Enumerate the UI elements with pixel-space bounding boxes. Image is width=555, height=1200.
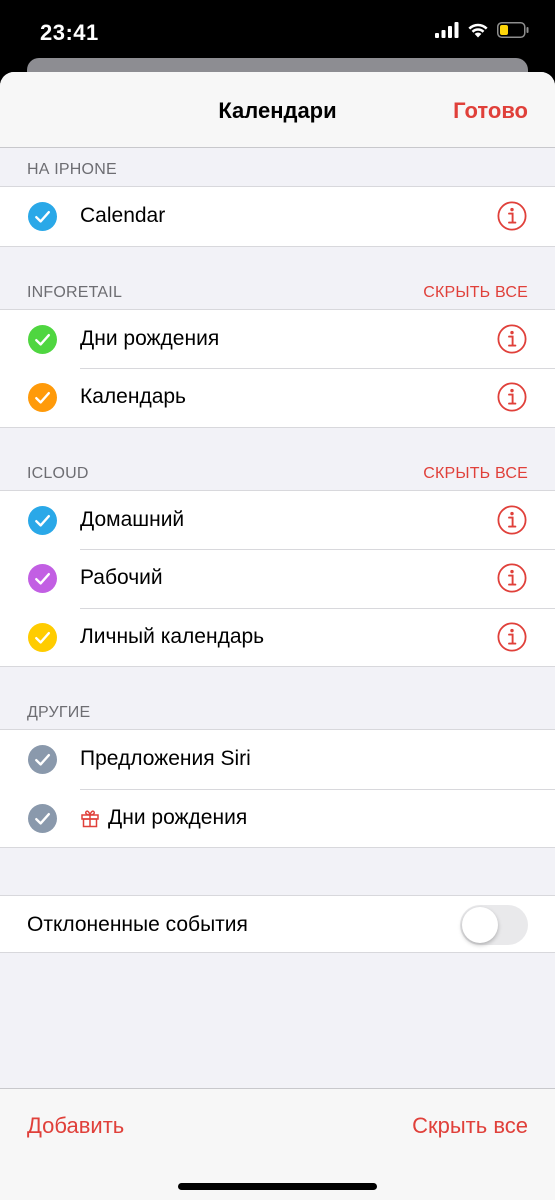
calendar-label: Рабочий bbox=[80, 566, 163, 589]
wifi-icon bbox=[468, 23, 488, 38]
checkmark-icon[interactable] bbox=[28, 324, 57, 354]
hide-all-icloud-button[interactable]: СКРЫТЬ ВСЕ bbox=[423, 465, 528, 483]
calendar-label: Домашний bbox=[80, 507, 185, 531]
calendar-label: Дни рождения bbox=[108, 805, 248, 829]
checkmark-icon[interactable] bbox=[28, 622, 57, 652]
calendar-label: Личный календарь bbox=[80, 624, 265, 648]
toggle-knob bbox=[462, 907, 498, 943]
declined-events-row: Отклоненные события bbox=[0, 895, 555, 953]
section-header-iphone: НА IPHONE bbox=[0, 148, 555, 186]
declined-events-label: Отклоненные события bbox=[27, 913, 248, 936]
checkmark-icon[interactable] bbox=[28, 202, 57, 231]
calendar-group-other: Предложения Siri Дни рождения bbox=[0, 729, 555, 848]
calendar-label: Предложения Siri bbox=[80, 747, 251, 770]
battery-icon bbox=[497, 22, 529, 38]
section-title: НА IPHONE bbox=[27, 161, 117, 178]
checkmark-icon[interactable] bbox=[28, 803, 57, 833]
calendar-group-icloud: Домашний Рабочий Личный календарь bbox=[0, 489, 555, 667]
section-title: ICLOUD bbox=[27, 464, 89, 482]
add-calendar-button[interactable]: Добавить bbox=[27, 1113, 124, 1139]
calendars-sheet: Календари Готово НА IPHONE Calendar INFO… bbox=[0, 72, 555, 1200]
calendar-row-contact-birthdays[interactable]: Дни рождения bbox=[0, 788, 555, 848]
section-title: INFORETAIL bbox=[27, 283, 123, 301]
calendar-group-inforetail: Дни рождения Календарь bbox=[0, 308, 555, 428]
checkmark-icon[interactable] bbox=[28, 564, 57, 593]
calendar-group-iphone: Calendar bbox=[0, 186, 555, 247]
calendar-row-birthdays[interactable]: Дни рождения bbox=[0, 310, 555, 369]
section-header-other: ДРУГИЕ bbox=[0, 667, 555, 729]
section-title: ДРУГИЕ bbox=[27, 704, 91, 721]
hide-all-button[interactable]: Скрыть все bbox=[412, 1113, 528, 1139]
info-icon[interactable] bbox=[497, 504, 527, 540]
status-time: 23:41 bbox=[40, 20, 99, 45]
status-icons bbox=[435, 22, 529, 38]
calendar-row-siri-suggestions[interactable]: Предложения Siri bbox=[0, 730, 555, 789]
gift-icon bbox=[80, 808, 100, 833]
info-icon[interactable] bbox=[497, 323, 527, 359]
status-bar: 23:41 bbox=[0, 0, 555, 62]
nav-bar: Календари Готово bbox=[0, 72, 555, 148]
declined-events-toggle[interactable] bbox=[460, 905, 528, 945]
section-header-icloud: ICLOUD СКРЫТЬ ВСЕ bbox=[0, 428, 555, 490]
calendar-row-work[interactable]: Рабочий bbox=[0, 549, 555, 608]
checkmark-icon[interactable] bbox=[28, 505, 57, 535]
info-icon[interactable] bbox=[497, 382, 527, 417]
calendar-label: Calendar bbox=[80, 204, 166, 227]
bottom-toolbar: Добавить Скрыть все bbox=[0, 1088, 555, 1200]
calendar-row-calendar[interactable]: Calendar bbox=[0, 187, 555, 246]
checkmark-icon[interactable] bbox=[28, 383, 57, 412]
calendar-row-home[interactable]: Домашний bbox=[0, 491, 555, 550]
section-header-inforetail: INFORETAIL СКРЫТЬ ВСЕ bbox=[0, 247, 555, 309]
info-icon[interactable] bbox=[497, 201, 527, 236]
calendar-label: Дни рождения bbox=[80, 326, 220, 350]
signal-icon bbox=[435, 22, 459, 38]
hide-all-inforetail-button[interactable]: СКРЫТЬ ВСЕ bbox=[423, 284, 528, 302]
calendar-label: Календарь bbox=[80, 385, 186, 408]
done-button[interactable]: Готово bbox=[453, 98, 528, 124]
checkmark-icon[interactable] bbox=[28, 745, 57, 774]
home-indicator bbox=[178, 1183, 377, 1190]
info-icon[interactable] bbox=[497, 621, 527, 657]
info-icon[interactable] bbox=[497, 563, 527, 598]
calendar-row-calendar-work[interactable]: Календарь bbox=[0, 368, 555, 427]
calendar-row-personal[interactable]: Личный календарь bbox=[0, 607, 555, 667]
